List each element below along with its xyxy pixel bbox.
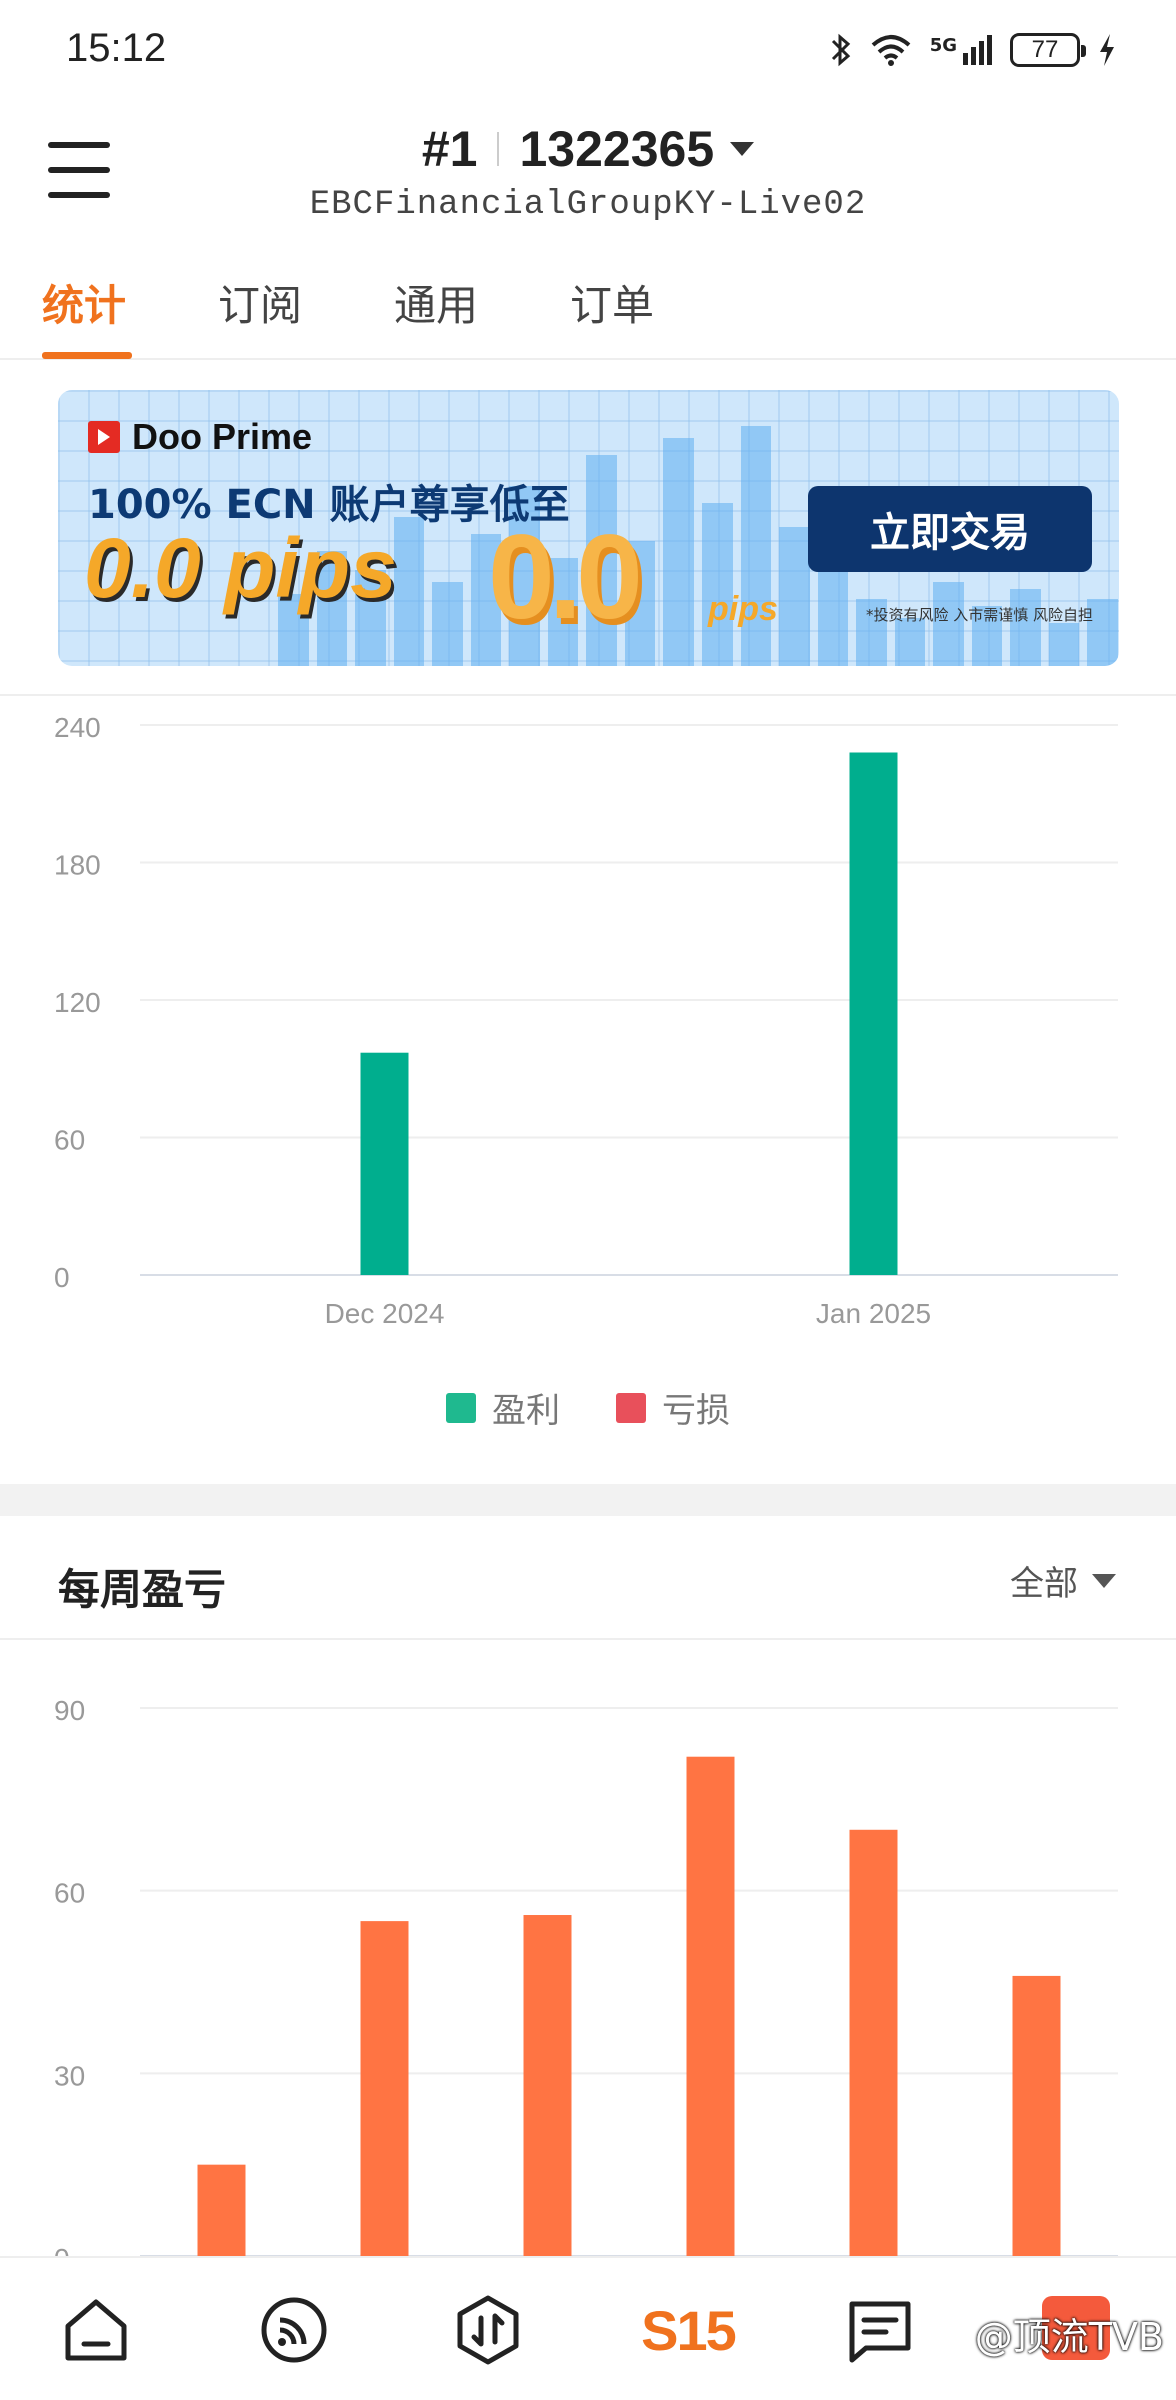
feed-icon xyxy=(261,2297,327,2363)
bluetooth-icon xyxy=(831,33,850,67)
y-tick-label: 120 xyxy=(54,987,101,1018)
trade-now-button[interactable]: 立即交易 xyxy=(808,486,1092,572)
app-header: #1 1322365 EBCFinancialGroupKY-Live02 xyxy=(0,100,1176,240)
nav-messages[interactable] xyxy=(840,2290,920,2370)
nav-s15[interactable]: S15 xyxy=(628,2290,748,2370)
weekly-title: 每周盈亏 xyxy=(58,1565,227,1614)
bar-weekly xyxy=(197,2164,246,2256)
banner-pips-text: 0.0 pips xyxy=(84,521,397,615)
legend-profit[interactable]: 盈利 xyxy=(446,1383,560,1432)
nav-feed[interactable] xyxy=(254,2290,334,2370)
tab-orders[interactable]: 订单 xyxy=(570,272,654,333)
y-tick-label: 90 xyxy=(54,1695,85,1726)
y-tick-label: 0 xyxy=(54,1262,70,1293)
legend-loss-swatch xyxy=(616,1392,646,1423)
legend-loss-label: 亏损 xyxy=(662,1391,730,1431)
active-tab-indicator xyxy=(42,352,132,359)
bar-profit xyxy=(849,752,898,1275)
wifi-icon xyxy=(871,35,911,66)
watermark: @顶流TVB xyxy=(974,2315,1164,2359)
banner-disclaimer: *投资有风险 入市需谨慎 风险自担 xyxy=(866,606,1094,624)
legend-loss[interactable]: 亏损 xyxy=(616,1383,730,1432)
y-tick-label: 60 xyxy=(54,1125,85,1156)
bar-weekly xyxy=(523,1915,572,2256)
promo-banner[interactable]: Doo Prime 100% ECN 账户尊享低至 0.0 pips 0.0 p… xyxy=(58,390,1119,666)
monthly-chart-svg: 240 180 120 60 0 Dec 2024 Jan 2025 xyxy=(54,712,1118,1329)
doo-prime-logo-icon xyxy=(88,421,120,453)
home-icon xyxy=(65,2299,127,2361)
account-id: 1322365 xyxy=(519,121,715,177)
account-dropdown[interactable]: #1 1322365 xyxy=(421,120,755,178)
message-icon xyxy=(849,2301,911,2363)
y-tick-label: 60 xyxy=(54,1878,85,1909)
account-number: #1 xyxy=(421,121,478,177)
tab-subscribe[interactable]: 订阅 xyxy=(218,272,302,333)
battery-indicator: 77 xyxy=(1010,33,1086,67)
bar-weekly xyxy=(1012,1975,1061,2256)
bar-weekly xyxy=(360,1921,409,2256)
bottom-navigation: S15 @顶流TVB xyxy=(0,2256,1176,2400)
weekly-section-header: 每周盈亏 全部 xyxy=(0,1516,1176,1640)
account-separator xyxy=(497,132,500,166)
weekly-chart-svg: 9060300 xyxy=(54,1695,1118,2274)
brand-name: Doo Prime xyxy=(132,416,313,457)
tab-statistics[interactable]: 统计 xyxy=(42,272,126,333)
legend-profit-label: 盈利 xyxy=(492,1391,560,1431)
account-selector: #1 1322365 EBCFinancialGroupKY-Live02 xyxy=(0,120,1176,224)
status-bar: 15:12 5G 77 xyxy=(0,0,1176,100)
server-name: EBCFinancialGroupKY-Live02 xyxy=(309,186,867,224)
monthly-profit-chart: 240 180 120 60 0 Dec 2024 Jan 2025 盈利 亏损 xyxy=(0,700,1176,1480)
nav-home[interactable] xyxy=(56,2290,136,2370)
charging-icon xyxy=(1100,34,1114,66)
status-time: 15:12 xyxy=(66,26,167,70)
chevron-down-icon xyxy=(1092,1573,1116,1588)
divider xyxy=(0,694,1176,696)
tab-bar: 统计 订阅 通用 订单 xyxy=(0,260,1176,360)
nav-trade[interactable] xyxy=(448,2290,528,2370)
weekly-filter-label: 全部 xyxy=(1010,1564,1078,1604)
y-tick-label: 180 xyxy=(54,850,101,881)
bar-profit xyxy=(360,1052,409,1275)
tab-general[interactable]: 通用 xyxy=(394,272,478,333)
status-icons: 5G 77 xyxy=(830,26,1116,74)
x-tick-label: Dec 2024 xyxy=(325,1298,445,1329)
y-tick-label: 240 xyxy=(54,712,101,743)
section-separator xyxy=(0,1484,1176,1516)
signal-indicator: 5G xyxy=(930,35,992,65)
weekly-filter-dropdown[interactable]: 全部 xyxy=(1010,1556,1116,1605)
legend-profit-swatch xyxy=(446,1392,476,1423)
banner-big-value: 0.0 xyxy=(488,510,643,644)
banner-small-pips: pips xyxy=(708,590,778,628)
weekly-profit-chart: 90 60 30 0 xyxy=(0,1640,1176,2274)
bar-weekly xyxy=(686,1756,735,2256)
banner-brand: Doo Prime xyxy=(88,416,312,458)
y-tick-label: 30 xyxy=(54,2060,85,2091)
chart-legend: 盈利 亏损 xyxy=(0,1383,1176,1432)
x-tick-label: Jan 2025 xyxy=(816,1298,931,1329)
s15-icon: S15 xyxy=(641,2298,737,2362)
chevron-down-icon xyxy=(730,142,755,156)
trade-icon xyxy=(457,2295,519,2365)
network-type: 5G xyxy=(929,35,957,56)
bar-weekly xyxy=(849,1829,898,2256)
